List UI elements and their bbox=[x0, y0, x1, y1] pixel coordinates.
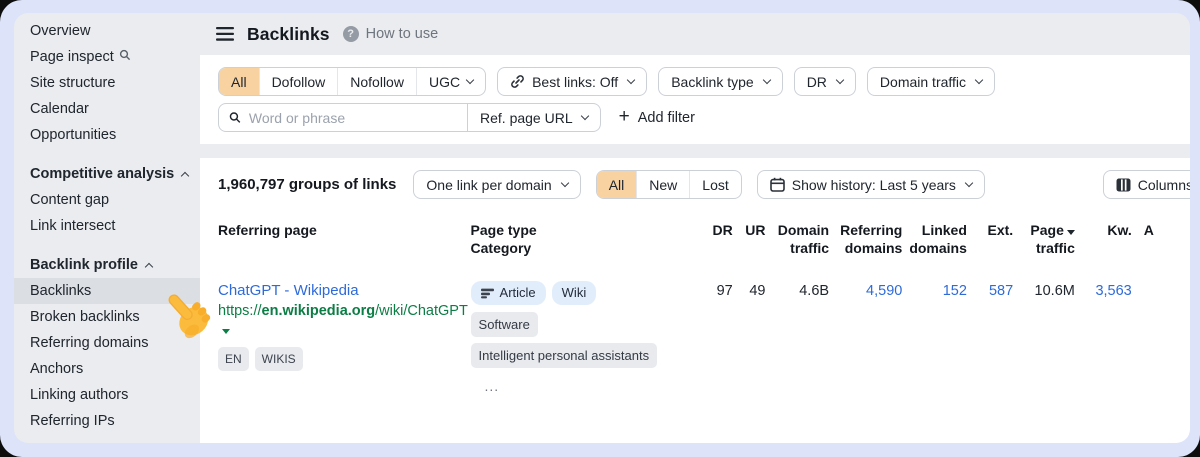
dr-value: 97 bbox=[673, 281, 733, 301]
col-anchor-clipped[interactable]: A bbox=[1132, 221, 1190, 239]
col-page-traffic[interactable]: Pagetraffic bbox=[1013, 221, 1075, 257]
sidebar-item-link-intersect[interactable]: Link intersect bbox=[14, 213, 200, 239]
col-dr[interactable]: DR bbox=[673, 221, 733, 239]
segment-ugc[interactable]: UGC bbox=[416, 68, 485, 95]
sidebar-item-site-structure[interactable]: Site structure bbox=[14, 70, 200, 96]
sidebar-item-referring-domains[interactable]: Referring domains bbox=[14, 330, 200, 356]
status-segmented-control: All New Lost bbox=[596, 170, 742, 199]
best-links-button[interactable]: Best links: Off bbox=[497, 67, 647, 96]
chevron-down-icon bbox=[762, 76, 770, 84]
word-or-phrase-filter: Ref. page URL bbox=[218, 103, 601, 132]
sidebar-item-overview[interactable]: Overview bbox=[14, 18, 200, 44]
chevron-up-icon bbox=[145, 263, 153, 271]
ref-page-url-dropdown[interactable]: Ref. page URL bbox=[467, 104, 600, 131]
table-header: Referring page Page type Category DR UR … bbox=[200, 199, 1190, 257]
search-icon bbox=[119, 44, 131, 70]
sidebar-item-page-inspect[interactable]: Page inspect bbox=[14, 44, 200, 70]
domain-traffic-value: 4.6B bbox=[765, 281, 829, 301]
sidebar-item-referring-ips[interactable]: Referring IPs bbox=[14, 408, 200, 434]
follow-segmented-control: All Dofollow Nofollow UGC bbox=[218, 67, 486, 96]
col-referring-domains[interactable]: Referring domains bbox=[829, 221, 902, 257]
category-badge: Intelligent personal assistants bbox=[471, 343, 658, 368]
sidebar-item-opportunities[interactable]: Opportunities bbox=[14, 122, 200, 148]
col-referring-page[interactable]: Referring page bbox=[218, 221, 471, 239]
page-traffic-value: 10.6M bbox=[1013, 281, 1075, 301]
referring-page-cell: ChatGPT - Wikipedia https://en.wikipedia… bbox=[218, 281, 471, 371]
results-toolbar: 1,960,797 groups of links One link per d… bbox=[200, 158, 1190, 199]
col-kw[interactable]: Kw. bbox=[1075, 221, 1132, 239]
page-type-cell: Article Wiki Software Intelligent person… bbox=[471, 281, 673, 396]
kw-link[interactable]: 3,563 bbox=[1075, 281, 1132, 301]
menu-button[interactable] bbox=[216, 27, 234, 41]
link-icon bbox=[510, 74, 525, 89]
plus-icon: + bbox=[619, 107, 630, 126]
sort-desc-icon bbox=[1067, 230, 1075, 235]
col-page-type-category[interactable]: Page type Category bbox=[471, 221, 673, 257]
filters-panel: All Dofollow Nofollow UGC Best links: Of… bbox=[200, 55, 1190, 144]
link-mode-dropdown[interactable]: One link per domain bbox=[413, 170, 580, 199]
results-count: 1,960,797 groups of links bbox=[218, 176, 396, 193]
search-icon bbox=[229, 111, 241, 124]
segment-dofollow[interactable]: Dofollow bbox=[259, 68, 338, 95]
chevron-down-icon bbox=[580, 112, 588, 120]
sidebar: Overview Page inspect Site structure Cal… bbox=[14, 13, 200, 443]
sidebar-item-broken-backlinks[interactable]: Broken backlinks bbox=[14, 304, 200, 330]
col-ur[interactable]: UR bbox=[733, 221, 766, 239]
referring-page-link[interactable]: ChatGPT - Wikipedia bbox=[218, 281, 471, 301]
article-icon bbox=[481, 288, 494, 299]
chevron-up-icon bbox=[181, 172, 189, 180]
col-domain-traffic[interactable]: Domain traffic bbox=[765, 221, 829, 257]
referring-domains-link[interactable]: 4,590 bbox=[829, 281, 902, 301]
chevron-down-icon bbox=[466, 76, 474, 84]
col-linked-domains[interactable]: Linked domains bbox=[902, 221, 967, 257]
sidebar-section-competitive-analysis[interactable]: Competitive analysis bbox=[14, 161, 200, 187]
how-to-use-link[interactable]: ? How to use bbox=[343, 26, 439, 42]
sidebar-item-backlinks[interactable]: Backlinks bbox=[14, 278, 200, 304]
calendar-icon bbox=[770, 177, 785, 192]
more-ellipsis[interactable]: ... bbox=[485, 376, 673, 396]
columns-button[interactable]: Columns bbox=[1103, 170, 1190, 199]
page-type-badge: Article bbox=[471, 281, 546, 305]
chevron-down-icon bbox=[627, 76, 635, 84]
chevron-down-icon bbox=[560, 179, 568, 187]
chevron-down-icon bbox=[836, 76, 844, 84]
segment-status-all[interactable]: All bbox=[597, 171, 637, 198]
category-badge: Software bbox=[471, 312, 538, 337]
domain-traffic-filter-button[interactable]: Domain traffic bbox=[867, 67, 995, 96]
results-panel: 1,960,797 groups of links One link per d… bbox=[200, 158, 1190, 443]
page-title: Backlinks bbox=[247, 24, 330, 45]
referring-page-url[interactable]: https://en.wikipedia.org/wiki/ChatGPT bbox=[218, 302, 471, 340]
segment-all[interactable]: All bbox=[219, 68, 259, 95]
page-type-badge: Wiki bbox=[552, 281, 597, 305]
screenshot-frame: Overview Page inspect Site structure Cal… bbox=[0, 0, 1200, 457]
table-row: ChatGPT - Wikipedia https://en.wikipedia… bbox=[200, 257, 1190, 396]
question-mark-icon: ? bbox=[343, 26, 359, 42]
ur-value: 49 bbox=[733, 281, 766, 301]
columns-icon bbox=[1116, 178, 1131, 192]
add-filter-button[interactable]: + Add filter bbox=[619, 109, 695, 126]
show-history-button[interactable]: Show history: Last 5 years bbox=[757, 170, 985, 199]
sidebar-item-calendar[interactable]: Calendar bbox=[14, 96, 200, 122]
linked-domains-link[interactable]: 152 bbox=[902, 281, 967, 301]
chevron-down-icon bbox=[975, 76, 983, 84]
dr-filter-button[interactable]: DR bbox=[794, 67, 856, 96]
hamburger-icon bbox=[216, 27, 234, 41]
search-input[interactable] bbox=[249, 110, 457, 126]
topbar: Backlinks ? How to use bbox=[200, 13, 1190, 55]
segment-status-new[interactable]: New bbox=[636, 171, 689, 198]
sidebar-item-anchors[interactable]: Anchors bbox=[14, 356, 200, 382]
sidebar-section-backlink-profile[interactable]: Backlink profile bbox=[14, 252, 200, 278]
segment-status-lost[interactable]: Lost bbox=[689, 171, 740, 198]
col-ext[interactable]: Ext. bbox=[967, 221, 1013, 239]
ext-link[interactable]: 587 bbox=[967, 281, 1013, 301]
sidebar-item-linking-authors[interactable]: Linking authors bbox=[14, 382, 200, 408]
url-expand-icon[interactable] bbox=[222, 329, 230, 334]
backlink-type-button[interactable]: Backlink type bbox=[658, 67, 782, 96]
sidebar-item-content-gap[interactable]: Content gap bbox=[14, 187, 200, 213]
chevron-down-icon bbox=[965, 179, 973, 187]
app-window: Overview Page inspect Site structure Cal… bbox=[14, 13, 1190, 443]
tag-badge: EN bbox=[218, 347, 249, 371]
segment-nofollow[interactable]: Nofollow bbox=[337, 68, 416, 95]
tag-badge: WIKIS bbox=[255, 347, 303, 371]
